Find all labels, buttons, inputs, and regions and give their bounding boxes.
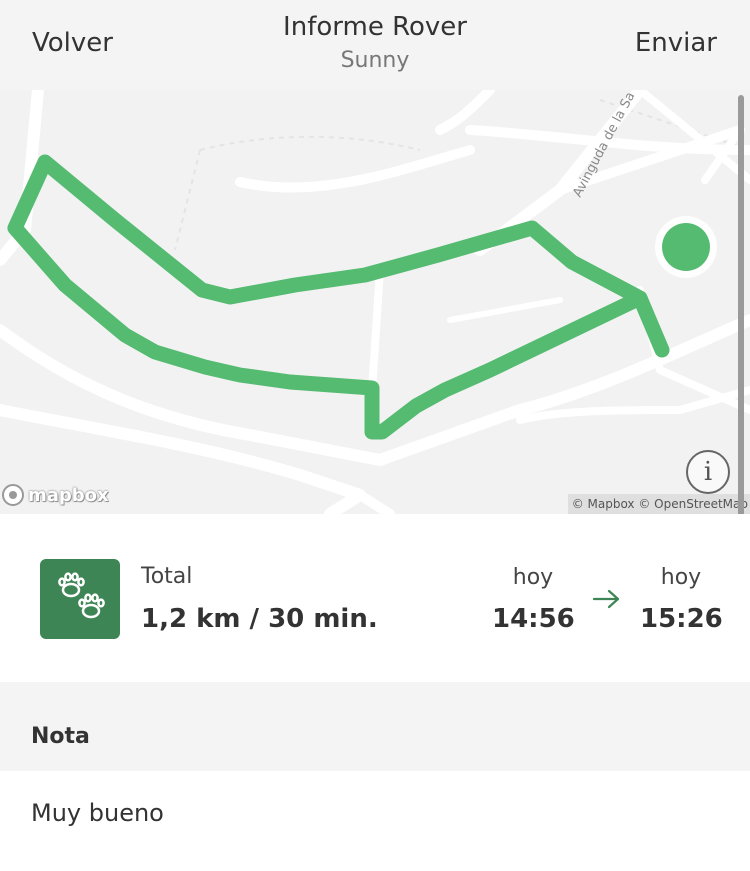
start-day: hoy <box>512 565 554 590</box>
send-button[interactable]: Enviar <box>635 28 717 58</box>
map-canvas: Avinguda de la Sa <box>0 90 750 514</box>
header-bar: Volver Informe Rover Sunny Enviar <box>0 0 750 90</box>
map-attribution[interactable]: © Mapbox © OpenStreetMap <box>567 494 750 514</box>
paw-prints-graphic <box>58 572 105 619</box>
note-title: Nota <box>31 724 90 749</box>
end-time: 15:26 <box>640 604 723 634</box>
note-section-body: Muy bueno <box>0 771 750 871</box>
end-time-block: hoy 15:26 <box>640 564 723 636</box>
start-time: 14:56 <box>492 604 575 634</box>
mapbox-logo-icon <box>2 484 24 506</box>
end-day: hoy <box>660 565 702 590</box>
total-label: Total <box>141 564 193 589</box>
info-icon[interactable]: i <box>686 450 730 494</box>
position-marker <box>662 223 710 271</box>
mapbox-logo-text: mapbox <box>28 484 109 506</box>
total-value: 1,2 km / 30 min. <box>141 604 378 634</box>
note-text: Muy bueno <box>31 799 164 827</box>
arrow-right-icon <box>592 589 620 609</box>
route-map[interactable]: Avinguda de la Sa mapbox © Mapbox © Open… <box>0 90 750 514</box>
start-time-block: hoy 14:56 <box>492 564 575 636</box>
paw-prints-icon <box>40 559 120 639</box>
note-section-header: Nota <box>0 682 750 771</box>
walk-summary: Total 1,2 km / 30 min. hoy 14:56 hoy 15:… <box>0 514 750 682</box>
mapbox-logo[interactable]: mapbox <box>2 482 109 508</box>
